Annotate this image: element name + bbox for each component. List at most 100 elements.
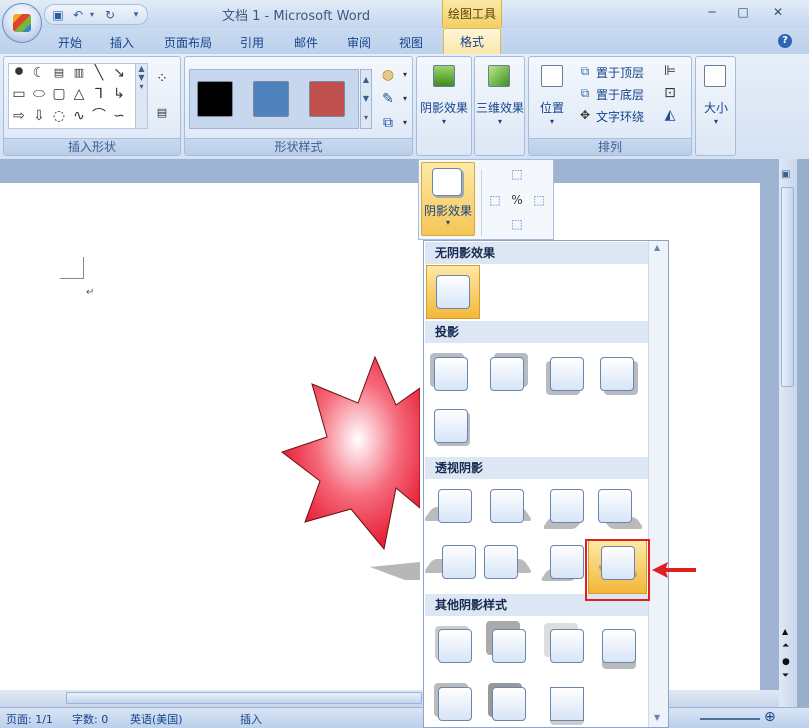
other-shadow-option-3[interactable] <box>544 623 590 669</box>
scroll-up-icon[interactable]: ▲ <box>782 627 788 636</box>
shadow-toggle-icon[interactable]: % <box>509 192 525 208</box>
perspective-option-3[interactable] <box>541 489 590 533</box>
change-shape-dropdown-icon[interactable]: ▾ <box>397 115 413 131</box>
tab-mailings[interactable]: 邮件 <box>288 32 324 54</box>
status-mode[interactable]: 插入 <box>240 711 262 727</box>
previous-page-icon[interactable]: ⏶ <box>782 641 789 651</box>
nudge-up-icon[interactable]: ⬚ <box>509 166 525 182</box>
down-arrow-shape-icon[interactable]: ⇩ <box>31 108 47 124</box>
rounded-rect-shape-icon[interactable]: ▢ <box>51 86 67 102</box>
tab-view[interactable]: 视图 <box>393 32 429 54</box>
freeform-shape-icon[interactable]: ∿ <box>71 108 87 124</box>
ruler-toggle-icon[interactable]: ▣ <box>781 169 790 180</box>
style-swatch-black[interactable] <box>197 81 233 117</box>
star-shape[interactable] <box>270 348 420 588</box>
right-arrow-shape-icon[interactable]: ⇨ <box>11 108 27 124</box>
drop-shadow-option-4[interactable] <box>600 357 640 397</box>
other-shadow-option-7[interactable] <box>550 687 590 727</box>
drop-shadow-option-5[interactable] <box>434 409 474 449</box>
perspective-option-1[interactable] <box>423 489 478 533</box>
other-shadow-option-6[interactable] <box>488 683 532 727</box>
scroll-thumb[interactable] <box>781 187 794 387</box>
tab-insert[interactable]: 插入 <box>104 32 140 54</box>
tab-page-layout[interactable]: 页面布局 <box>160 32 216 54</box>
next-page-icon[interactable]: ⏷ <box>782 671 789 681</box>
style-swatch-red[interactable] <box>309 81 345 117</box>
perspective-option-4[interactable] <box>598 489 645 533</box>
group-icon[interactable]: ⊡ <box>662 85 678 101</box>
drop-shadow-option-3[interactable] <box>546 357 590 397</box>
save-icon[interactable]: ▣ <box>51 8 65 22</box>
position-icon[interactable] <box>541 65 563 87</box>
gallery-scrollbar[interactable]: ▲ ▼ <box>648 241 668 727</box>
triangle-shape-icon[interactable]: △ <box>71 86 87 102</box>
fill-dropdown-icon[interactable]: ▾ <box>397 67 413 83</box>
tab-format[interactable]: 格式 <box>443 28 501 55</box>
other-shadow-option-4[interactable] <box>602 629 642 669</box>
line-shape-icon[interactable]: ╲ <box>91 65 107 81</box>
customize-toolbar-icon[interactable]: ▾ <box>129 8 143 22</box>
octagon-shape-icon[interactable]: ⯃ <box>11 65 27 81</box>
redo-icon[interactable]: ↻ <box>103 8 117 22</box>
perspective-option-2[interactable] <box>486 489 533 533</box>
draw-textbox-icon[interactable]: ▤ <box>154 105 170 121</box>
undo-dropdown-icon[interactable]: ▾ <box>85 8 99 22</box>
textbox-shape-icon[interactable]: ▤ <box>51 65 67 81</box>
text-wrap-label[interactable]: 文字环绕 <box>596 108 644 125</box>
no-shadow-option[interactable] <box>426 265 480 319</box>
other-shadow-option-2[interactable] <box>486 621 532 669</box>
office-button[interactable] <box>2 3 42 43</box>
bring-to-front-label[interactable]: 置于顶层 <box>596 64 644 81</box>
close-button[interactable]: ✕ <box>769 4 787 20</box>
shadow-effects-group[interactable]: 阴影效果 ▾ <box>416 56 472 156</box>
size-group[interactable]: 大小 ▾ <box>695 56 736 156</box>
gallery-scroll-down-icon[interactable]: ▼ <box>654 713 660 722</box>
oval-shape-icon[interactable]: ⬭ <box>31 86 47 102</box>
align-icon[interactable]: ⊫ <box>662 63 678 79</box>
h-scroll-thumb[interactable] <box>66 692 422 704</box>
zoom-in-icon[interactable]: ⊕ <box>764 709 776 725</box>
gallery-scroll-up-icon[interactable]: ▲ <box>654 243 660 252</box>
send-to-back-icon[interactable]: ⧉ <box>577 85 593 101</box>
change-shape-icon[interactable]: ⧉ <box>380 115 396 131</box>
shape-fill-icon[interactable]: ◍ <box>380 67 396 83</box>
elbow-arrow-shape-icon[interactable]: ↳ <box>111 86 127 102</box>
status-page[interactable]: 页面: 1/1 <box>6 711 53 727</box>
vertical-textbox-shape-icon[interactable]: ▥ <box>71 65 87 81</box>
nudge-down-icon[interactable]: ⬚ <box>509 216 525 232</box>
tab-home[interactable]: 开始 <box>52 32 88 54</box>
zoom-slider[interactable] <box>700 718 760 720</box>
style-swatch-blue[interactable] <box>253 81 289 117</box>
arc-shape-icon[interactable]: ⌒ <box>91 108 107 124</box>
edit-shape-icon[interactable]: ⁘ <box>154 71 170 87</box>
callout-shape-icon[interactable]: ◌ <box>51 108 67 124</box>
drop-shadow-option-2[interactable] <box>490 353 530 397</box>
browse-object-icon[interactable]: ● <box>782 657 790 667</box>
text-wrap-icon[interactable]: ✥ <box>577 107 593 123</box>
three-d-effects-group[interactable]: 三维效果 ▾ <box>474 56 525 156</box>
moon-shape-icon[interactable]: ☾ <box>31 65 47 81</box>
shapes-gallery-scroll[interactable]: ▲ ▼ ▾ <box>135 64 147 128</box>
vertical-scrollbar[interactable]: ▣ ▲ ⏶ ● ⏷ <box>779 159 797 709</box>
rotate-icon[interactable]: ◭ <box>662 107 678 123</box>
position-label[interactable]: 位置 <box>529 99 575 116</box>
shape-outline-icon[interactable]: ✎ <box>380 91 396 107</box>
help-icon[interactable]: ? <box>778 34 792 48</box>
minimize-button[interactable]: ─ <box>703 4 721 20</box>
nudge-left-icon[interactable]: ⬚ <box>487 192 503 208</box>
curve-shape-icon[interactable]: ∽ <box>111 108 127 124</box>
shadow-effects-button[interactable]: 阴影效果 ▾ <box>421 162 475 236</box>
nudge-right-icon[interactable]: ⬚ <box>531 192 547 208</box>
tab-references[interactable]: 引用 <box>234 32 270 54</box>
status-words[interactable]: 字数: 0 <box>72 711 108 727</box>
perspective-option-6[interactable] <box>484 543 533 587</box>
drop-shadow-option-1[interactable] <box>430 353 474 397</box>
undo-icon[interactable]: ↶ <box>71 8 85 22</box>
tab-review[interactable]: 审阅 <box>341 32 377 54</box>
arrow-line-shape-icon[interactable]: ↘ <box>111 65 127 81</box>
position-dropdown-icon[interactable]: ▾ <box>529 117 575 126</box>
styles-gallery-scroll[interactable]: ▲ ▼ ▾ <box>360 69 372 129</box>
send-to-back-label[interactable]: 置于底层 <box>596 86 644 103</box>
perspective-option-7[interactable] <box>539 543 590 587</box>
rectangle-shape-icon[interactable]: ▭ <box>11 86 27 102</box>
